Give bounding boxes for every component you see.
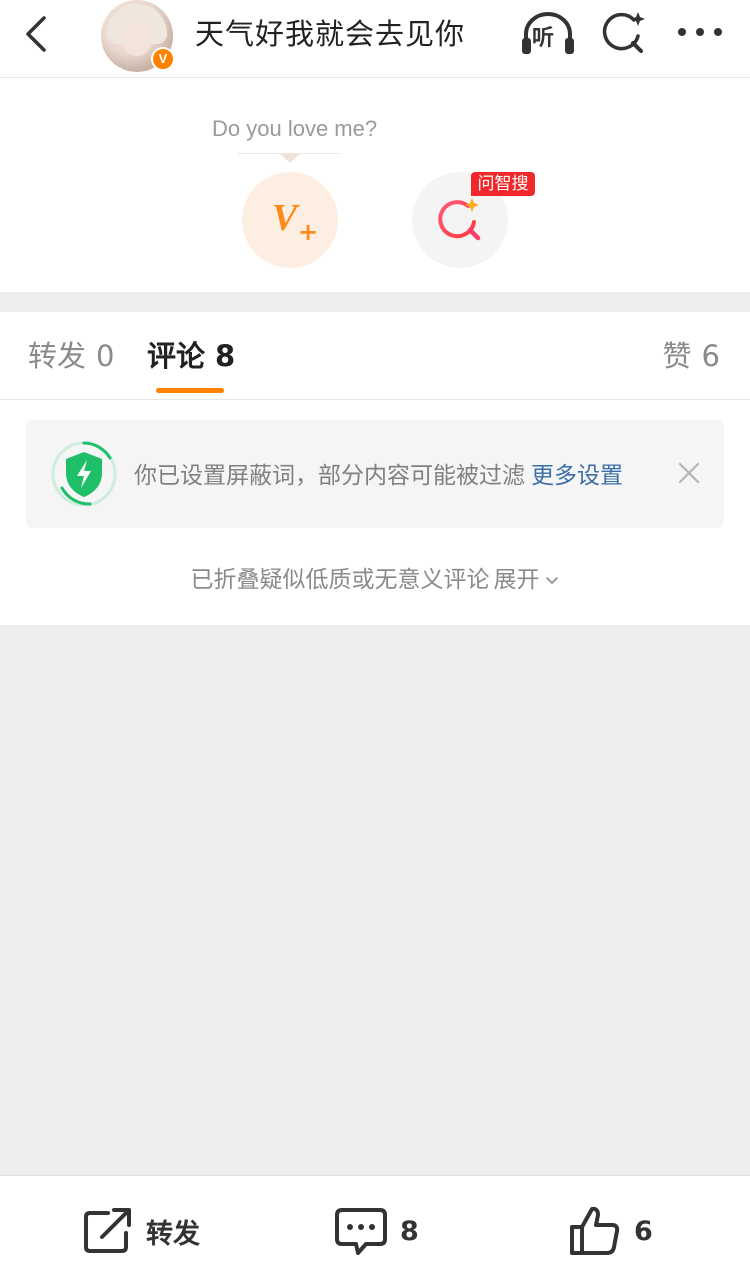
notice-text: 你已设置屏蔽词，部分内容可能被过滤 bbox=[134, 463, 525, 489]
folded-text: 已折叠疑似低质或无意义评论 bbox=[190, 567, 490, 593]
active-tab-indicator bbox=[156, 388, 224, 393]
repost-label: 转发 bbox=[146, 1218, 200, 1250]
tab-repost[interactable]: 转发 0 bbox=[28, 336, 114, 376]
share-icon bbox=[84, 1208, 131, 1253]
like-count: 6 bbox=[634, 1215, 653, 1247]
section-divider bbox=[0, 292, 750, 312]
bottom-action-bar: 转发 8 6 bbox=[0, 1175, 750, 1283]
listen-label: 听 bbox=[532, 26, 555, 51]
tab-comments-count: 8 bbox=[215, 339, 236, 373]
thumbs-up-icon bbox=[570, 1206, 620, 1255]
tab-repost-label: 转发 bbox=[28, 339, 87, 373]
prompt-pointer bbox=[280, 154, 300, 163]
vplus-button[interactable]: V + bbox=[242, 172, 338, 268]
top-nav-bar: V 天气好我就会去见你 听 bbox=[0, 0, 750, 78]
prompt-text: Do you love me? bbox=[212, 116, 378, 141]
tab-comments-label: 评论 bbox=[147, 339, 206, 373]
folded-comments-row[interactable]: 已折叠疑似低质或无意义评论 展开 bbox=[0, 560, 750, 594]
tab-likes[interactable]: 赞6 bbox=[663, 336, 720, 376]
chevron-left-icon bbox=[26, 16, 46, 52]
comment-button[interactable]: 8 bbox=[334, 1206, 419, 1256]
smart-search-button[interactable] bbox=[600, 10, 648, 56]
repost-button[interactable]: 转发 bbox=[82, 1206, 200, 1256]
verified-badge: V bbox=[151, 47, 175, 71]
comment-bubble-icon bbox=[335, 1208, 387, 1255]
empty-content-area bbox=[0, 625, 750, 1175]
smart-search-icon bbox=[602, 12, 645, 53]
like-button[interactable]: 6 bbox=[568, 1206, 653, 1256]
plus-icon: + bbox=[298, 218, 319, 246]
tab-likes-label: 赞 bbox=[662, 339, 692, 373]
tab-likes-count: 6 bbox=[701, 339, 720, 373]
back-button[interactable] bbox=[20, 12, 54, 56]
tab-repost-count: 0 bbox=[96, 339, 115, 373]
page-title[interactable]: 天气好我就会去见你 bbox=[195, 14, 465, 54]
more-button[interactable] bbox=[675, 14, 725, 50]
tabs-divider bbox=[0, 399, 750, 400]
chevron-down-icon bbox=[545, 576, 558, 584]
comment-count: 8 bbox=[400, 1215, 419, 1247]
more-dots-icon bbox=[678, 28, 722, 36]
smart-search-tag: 问智搜 bbox=[471, 172, 535, 196]
filter-notice: 你已设置屏蔽词，部分内容可能被过滤 更多设置 bbox=[26, 420, 724, 528]
close-icon[interactable] bbox=[676, 460, 702, 486]
shield-icon bbox=[51, 441, 117, 507]
vplus-icon: V bbox=[272, 197, 298, 239]
tab-comments[interactable]: 评论 8 bbox=[147, 336, 235, 376]
expand-link[interactable]: 展开 bbox=[494, 567, 540, 593]
listen-button[interactable]: 听 bbox=[520, 10, 576, 56]
more-settings-link[interactable]: 更多设置 bbox=[531, 463, 623, 489]
